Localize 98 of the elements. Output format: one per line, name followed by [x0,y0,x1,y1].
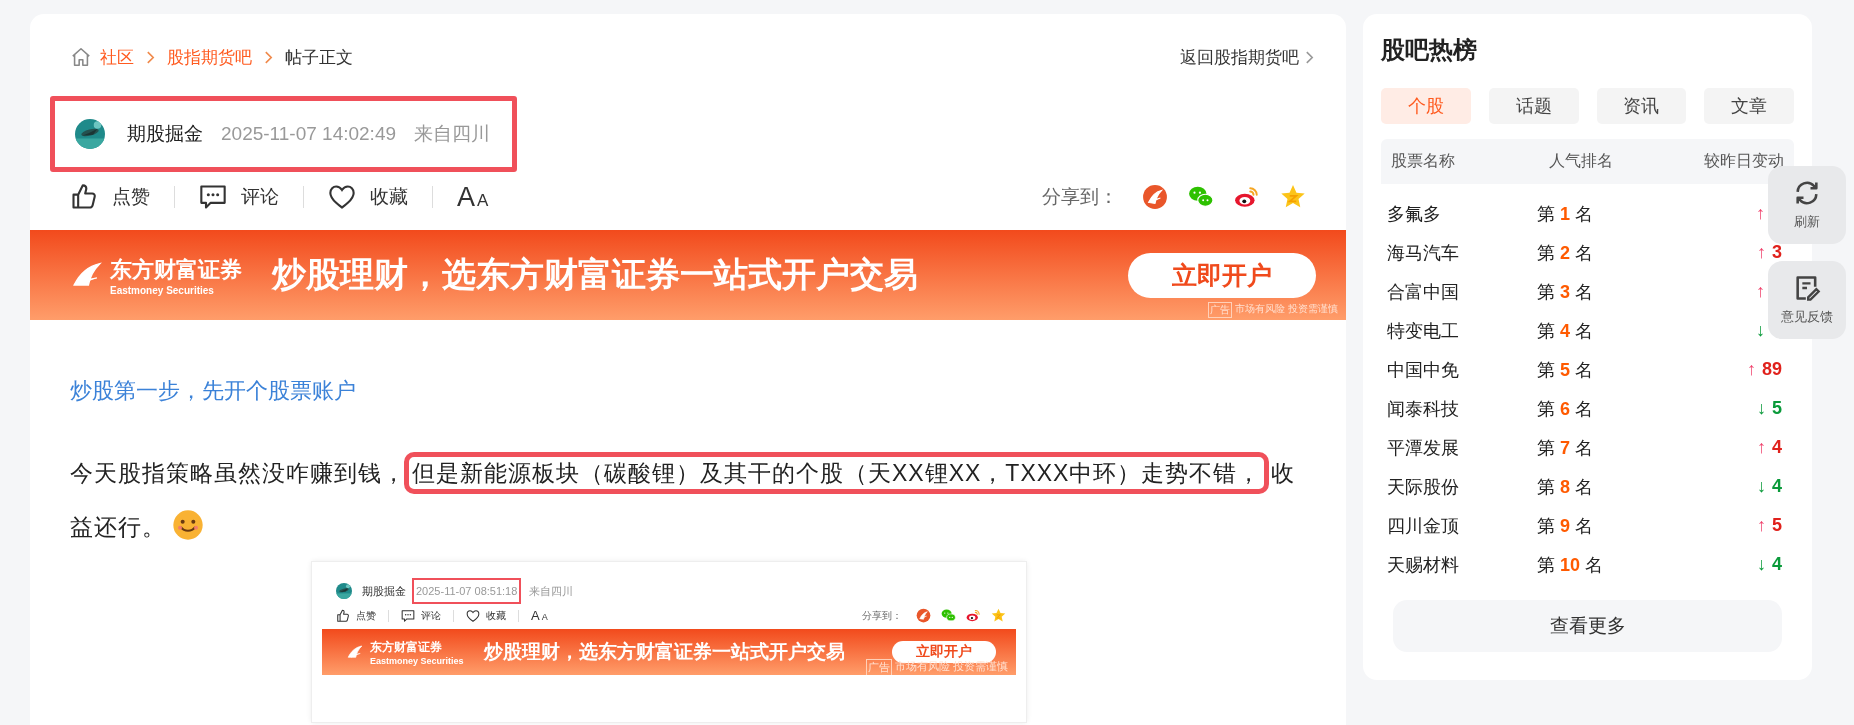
heart-icon[interactable] [328,183,356,211]
action-label[interactable]: 评论 [241,184,279,210]
action-label: 评论 [421,608,441,623]
ad-slogan: 炒股理财，选东方财富证券一站式开户交易 [272,254,919,295]
share-label: 分享到： [862,608,902,623]
ad-tag: 广告 [865,659,892,675]
change-value: 5 [1772,398,1782,419]
rank-text: 第 4 名 [1537,319,1595,343]
open-account-button[interactable]: 立即开户 [1128,252,1316,298]
chevron-right-icon [146,49,155,65]
comment-icon[interactable] [401,608,415,623]
change-arrow: ↑ [1756,281,1765,302]
promo-link[interactable]: 炒股第一步，先开个股票账户 [70,376,356,406]
action-label: 点赞 [356,608,376,623]
ad-tag: 广告 [1208,302,1233,318]
change-arrow: ↑ [1756,203,1765,224]
floating-button[interactable]: 意见反馈 [1768,261,1846,339]
tab[interactable]: 文章 [1704,88,1794,124]
column-header: 股票名称 [1391,151,1456,171]
view-more-button[interactable]: 查看更多 [1393,600,1782,652]
brand-name: 东方财富证券 [370,638,443,656]
thumbs-up-icon[interactable] [70,183,98,211]
change-value: 4 [1772,554,1782,575]
brand-name: 东方财富证券 [110,255,242,284]
change-value: 5 [1772,515,1782,536]
change-arrow: ↓ [1757,398,1766,419]
rank-text: 第 1 名 [1537,202,1595,226]
share-fan-icon[interactable] [1142,184,1168,210]
rank-text: 第 8 名 [1537,475,1595,499]
edit-note-icon [1793,274,1821,302]
stock-name[interactable]: 海马汽车 [1387,240,1537,265]
change-arrow: ↑ [1757,437,1766,458]
change-arrow: ↑ [1746,359,1756,380]
font-size-toggle[interactable]: AA [457,181,489,213]
stock-name[interactable]: 多氟多 [1387,201,1537,226]
ad-banner[interactable]: 东方财富证券 Eastmoney Securities 炒股理财，选东方财富证券一站式开户交易 立即开户 广告 市场有风险 投资需谨慎 [322,629,1016,675]
ad-banner[interactable]: 东方财富证券 Eastmoney Securities 炒股理财，选东方财富证券一站式开户交易 立即开户 广告 市场有风险 投资需谨慎 [30,230,1346,320]
hot-list-title: 股吧热榜 [1381,35,1478,65]
back-link[interactable]: 返回股指期货吧 [1180,45,1299,69]
thumbs-up-icon[interactable] [336,608,350,623]
ad-slogan: 炒股理财，选东方财富证券一站式开户交易 [483,640,846,664]
stock-name[interactable]: 天际股份 [1387,474,1537,499]
weibo-icon[interactable] [1234,184,1260,210]
wechat-icon[interactable] [941,608,956,623]
change-value: 4 [1772,437,1782,458]
rank-text: 第 7 名 [1537,436,1595,460]
post-location: 来自四川 [414,122,491,146]
action-label[interactable]: 收藏 [370,184,408,210]
chevron-right-icon [264,49,273,65]
stock-name[interactable]: 平潭发展 [1387,435,1537,460]
action-label: 收藏 [486,608,506,623]
comment-icon[interactable] [199,183,227,211]
share-fan-icon[interactable] [916,608,931,623]
weibo-icon[interactable] [966,608,981,623]
author-name[interactable]: 期股掘金 [127,121,203,147]
action-label[interactable]: 点赞 [112,184,150,210]
change-arrow: ↓ [1757,476,1766,497]
stock-name[interactable]: 特变电工 [1387,318,1537,343]
post-time: 2025-11-07 08:51:18 [412,578,522,604]
post-location: 来自四川 [528,583,575,599]
fan-logo-icon [346,643,364,661]
chevron-right-icon[interactable] [1305,49,1314,65]
rank-text: 第 6 名 [1537,397,1595,421]
rank-text: 第 10 名 [1537,553,1605,577]
rank-text: 第 2 名 [1537,241,1595,265]
stock-name[interactable]: 四川金顶 [1387,513,1537,538]
change-arrow: ↓ [1756,320,1765,341]
risk-disclaimer: 市场有风险 投资需谨慎 [1235,302,1338,316]
change-value: 3 [1772,242,1782,263]
change-value: 4 [1772,476,1782,497]
stock-name[interactable]: 合富中国 [1387,279,1537,304]
author-name: 期股掘金 [362,583,406,599]
stock-name[interactable]: 闻泰科技 [1387,396,1537,421]
breadcrumb-current: 帖子正文 [285,46,353,69]
change-arrow: ↑ [1757,515,1766,536]
wechat-icon[interactable] [1188,184,1214,210]
tab[interactable]: 话题 [1488,88,1579,124]
stock-name[interactable]: 天赐材料 [1387,552,1537,577]
post-time: 2025-11-07 14:02:49 [221,123,397,145]
brand-name-english: Eastmoney Securities [370,655,464,666]
share-label: 分享到： [1042,185,1118,209]
change-arrow: ↑ [1757,242,1766,263]
column-header: 人气排名 [1549,151,1614,171]
change-value: 89 [1761,359,1782,380]
rank-text: 第 9 名 [1537,514,1595,538]
star-icon[interactable] [991,608,1006,623]
change-arrow: ↓ [1757,554,1766,575]
refresh-icon [1793,179,1821,207]
stock-name[interactable]: 中国中免 [1387,357,1537,382]
tab[interactable]: 资讯 [1596,88,1687,124]
heart-icon[interactable] [466,608,480,623]
post-paragraph: 今天股指策略虽然没咋赚到钱， 但是新能源板块（碳酸锂）及其干的个股（天XX锂XX，TXXX中环）走势不错， 收益还行。 [70,446,1306,554]
smiley-icon [172,509,204,541]
brand-name-english: Eastmoney Securities [110,284,215,296]
rank-text: 第 5 名 [1537,358,1595,382]
star-icon[interactable] [1280,184,1306,210]
home-icon[interactable] [70,46,92,68]
rank-text: 第 3 名 [1537,280,1595,304]
